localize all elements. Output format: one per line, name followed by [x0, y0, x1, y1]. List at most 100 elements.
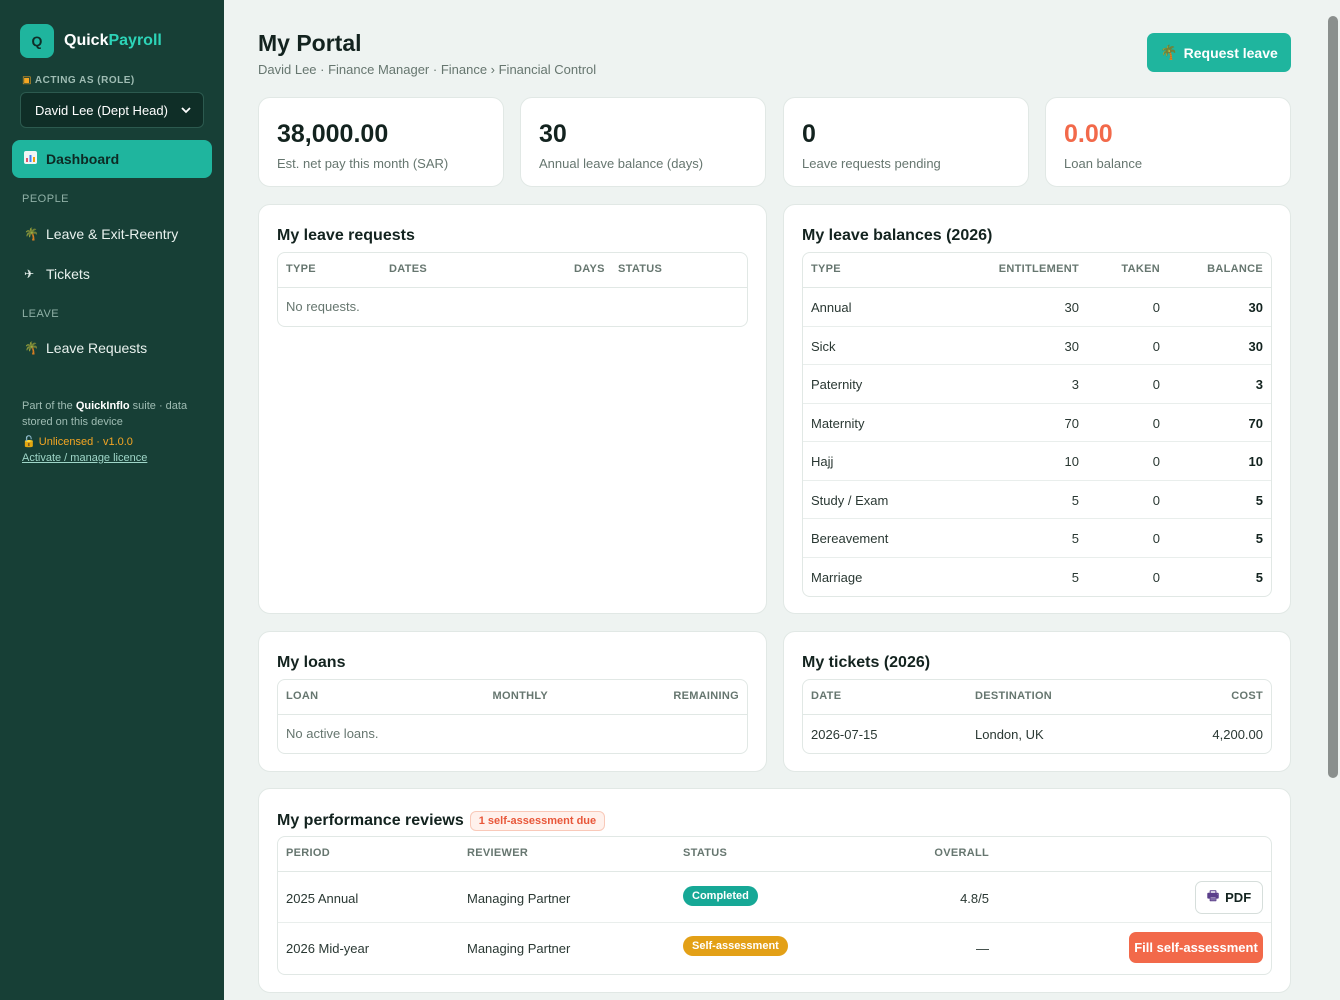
- printer-icon: 🖶: [1206, 887, 1220, 903]
- role-select[interactable]: David Lee (Dept Head): [20, 92, 204, 128]
- cell-balance: 3: [1255, 377, 1263, 392]
- cell-type: Paternity: [811, 377, 863, 392]
- cell-entitlement: 3: [1071, 377, 1079, 392]
- table-row: Study / Exam 5 0 5: [803, 481, 1271, 519]
- leave-requests-table: TYPE DATES DAYS STATUS No requests.: [277, 252, 748, 327]
- table-row: Sick 30 0 30: [803, 327, 1271, 365]
- activate-licence-link[interactable]: Activate / manage licence: [22, 452, 147, 464]
- column-header: DATE: [811, 690, 842, 702]
- pdf-label: PDF: [1225, 890, 1252, 905]
- tickets-card: My tickets (2026) DATE DESTINATION COST …: [783, 631, 1291, 772]
- nav-section-people: PEOPLE: [22, 193, 70, 205]
- table-row: 2026-07-15 London, UK 4,200.00: [803, 715, 1271, 753]
- stat-label: Loan balance: [1064, 156, 1143, 171]
- card-title: My loans: [277, 654, 346, 671]
- cell-entitlement: 5: [1071, 569, 1079, 585]
- card-title-text: My performance reviews: [277, 812, 464, 829]
- leave-balances-card: My leave balances (2026) TYPE ENTITLEMEN…: [783, 204, 1291, 614]
- card-title: My leave balances (2026): [802, 227, 993, 244]
- empty-row: No requests.: [278, 288, 747, 326]
- column-header: ENTITLEMENT: [998, 263, 1079, 275]
- column-header: DATES: [389, 263, 427, 275]
- card-title: My leave requests: [277, 227, 415, 244]
- fill-self-assessment-button[interactable]: Fill self-assessment: [1129, 932, 1263, 963]
- stat-value: 30: [539, 120, 567, 148]
- column-header: DESTINATION: [975, 690, 1053, 702]
- download-pdf-button[interactable]: 🖶 PDF: [1195, 881, 1263, 914]
- stat-card-net-pay: 38,000.00 Est. net pay this month (SAR): [258, 97, 504, 187]
- page-scrollbar[interactable]: [1328, 16, 1338, 778]
- cell-date: 2026-07-15: [811, 727, 878, 742]
- role-select-value: David Lee (Dept Head): [35, 102, 168, 118]
- cell-type: Annual: [811, 300, 852, 315]
- loans-table: LOAN MONTHLY REMAINING No active loans.: [277, 679, 748, 754]
- column-header: PERIOD: [286, 847, 330, 859]
- cell-type: Sick: [811, 338, 836, 354]
- cell-type: Study / Exam: [811, 492, 889, 508]
- self-assessment-due-badge: 1 self-assessment due: [469, 811, 606, 831]
- nav-dashboard[interactable]: Dashboard: [12, 140, 212, 178]
- brand[interactable]: Q QuickPayroll: [20, 24, 162, 58]
- cell-taken: 0: [1152, 300, 1160, 315]
- airplane-icon: ✈: [24, 267, 35, 281]
- cell-period: 2026 Mid-year: [286, 941, 370, 956]
- stat-card-pending-requests: 0 Leave requests pending: [783, 97, 1029, 187]
- status-badge: Completed: [683, 886, 758, 906]
- brand-name: QuickPayroll: [64, 32, 162, 50]
- performance-reviews-card: My performance reviews 1 self-assessment…: [258, 788, 1291, 993]
- stat-value: 0: [802, 120, 816, 148]
- loans-card: My loans LOAN MONTHLY REMAINING No activ…: [258, 631, 767, 772]
- table-row: Maternity 70 0 70: [803, 404, 1271, 442]
- cell-overall: 4.8/5: [960, 891, 989, 906]
- page-title: My Portal: [258, 30, 362, 56]
- cell-reviewer: Managing Partner: [467, 891, 571, 906]
- cell-entitlement: 5: [1071, 492, 1079, 508]
- lock-icon: 🔓: [22, 436, 36, 448]
- cell-taken: 0: [1152, 415, 1160, 431]
- nav-tickets[interactable]: ✈ Tickets: [24, 266, 90, 282]
- cell-entitlement: 10: [1064, 454, 1079, 469]
- cell-entitlement: 5: [1071, 531, 1079, 546]
- cell-type: Hajj: [811, 454, 834, 469]
- tickets-table: DATE DESTINATION COST 2026-07-15 London,…: [802, 679, 1272, 754]
- request-leave-button[interactable]: 🌴 Request leave: [1147, 33, 1291, 72]
- nav-leave-requests[interactable]: 🌴 Leave Requests: [24, 340, 147, 356]
- footer-part1: Part of the: [22, 400, 73, 412]
- cell-type: Marriage: [811, 569, 863, 585]
- card-title: My performance reviews 1 self-assessment…: [277, 811, 606, 831]
- stat-value: 0.00: [1064, 120, 1113, 148]
- column-header: TAKEN: [1121, 263, 1160, 275]
- licence-status-text: Unlicensed · v1.0.0: [38, 436, 133, 448]
- cell-taken: 0: [1152, 454, 1160, 469]
- cell-entitlement: 70: [1064, 415, 1079, 431]
- nav-tickets-label: Tickets: [46, 266, 90, 282]
- column-header: DAYS: [574, 263, 605, 275]
- nav-leave-exit-label: Leave & Exit-Reentry: [46, 226, 179, 242]
- table-header: TYPE DATES DAYS STATUS: [278, 253, 747, 288]
- reviews-table: PERIOD REVIEWER STATUS OVERALL 2025 Annu…: [277, 836, 1272, 975]
- cell-taken: 0: [1152, 569, 1160, 585]
- cell-balance: 70: [1248, 415, 1263, 431]
- sidebar: Q QuickPayroll ▣ ACTING AS (ROLE) David …: [0, 0, 224, 1000]
- cell-cost: 4,200.00: [1212, 727, 1263, 742]
- palm-tree-icon: 🌴: [1160, 44, 1178, 60]
- table-row: Paternity 3 0 3: [803, 365, 1271, 404]
- table-row: 2026 Mid-year Managing Partner Self-asse…: [278, 923, 1271, 974]
- table-header: PERIOD REVIEWER STATUS OVERALL: [278, 837, 1271, 872]
- role-label: ▣ ACTING AS (ROLE): [22, 75, 135, 86]
- column-header: COST: [1231, 690, 1263, 702]
- column-header: STATUS: [683, 847, 728, 859]
- cell-entitlement: 30: [1064, 338, 1079, 354]
- table-header: DATE DESTINATION COST: [803, 680, 1271, 715]
- cell-taken: 0: [1152, 377, 1160, 392]
- footer-note: Part of the QuickInflo suite · data stor…: [22, 398, 202, 430]
- chevron-down-icon: [181, 107, 191, 114]
- cell-balance: 30: [1248, 300, 1263, 315]
- cell-reviewer: Managing Partner: [467, 941, 571, 956]
- brand-logo: Q: [20, 24, 54, 58]
- table-row: Annual 30 0 30: [803, 288, 1271, 327]
- role-label-text: ACTING AS (ROLE): [34, 75, 135, 86]
- nav-leave-exit-reentry[interactable]: 🌴 Leave & Exit-Reentry: [24, 226, 178, 242]
- status-badge: Self-assessment: [683, 936, 788, 956]
- cell-balance: 30: [1248, 338, 1263, 354]
